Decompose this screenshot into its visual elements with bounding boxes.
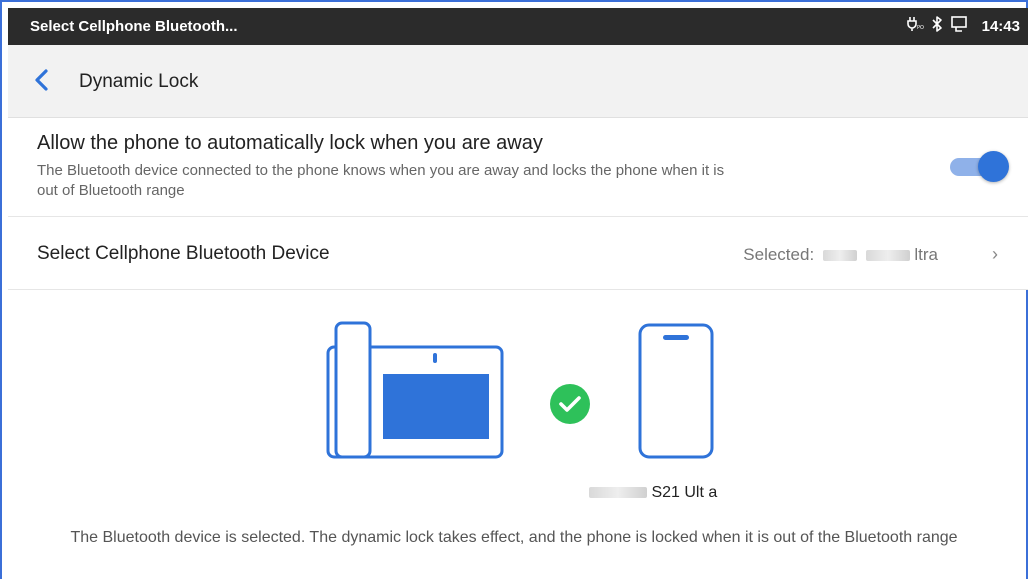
- toggle-thumb: [978, 151, 1009, 182]
- screen-cast-icon: [950, 15, 970, 38]
- chevron-right-icon: ›: [992, 244, 998, 264]
- auto-lock-description: The Bluetooth device connected to the ph…: [37, 162, 725, 199]
- select-device-label: Select Cellphone Bluetooth Device: [37, 243, 330, 264]
- check-circle-icon: [550, 384, 590, 424]
- selected-device-value: Selected: ltra: [743, 245, 938, 265]
- svg-text:POE: POE: [917, 25, 924, 31]
- status-note: The Bluetooth device is selected. The dy…: [70, 529, 958, 546]
- cellphone-icon: [638, 323, 714, 459]
- back-button[interactable]: [30, 67, 54, 93]
- bluetooth-icon: [930, 15, 944, 38]
- usb-power-icon: POE: [906, 15, 927, 38]
- status-time: 14:43: [981, 17, 1020, 35]
- phone-name-text: S21 Ult a: [651, 484, 718, 501]
- redacted-text: [822, 250, 857, 262]
- redacted-text: [589, 487, 647, 499]
- title-bar: Dynamic Lock: [8, 45, 1028, 118]
- auto-lock-toggle[interactable]: [948, 150, 1009, 182]
- phone-name: S21 Ult a: [589, 484, 717, 502]
- chevron-left-icon: [35, 69, 48, 91]
- status-title: Select Cellphone Bluetooth...: [30, 18, 238, 35]
- auto-lock-setting: Allow the phone to automatically lock wh…: [8, 118, 1028, 217]
- selected-device-name: ltra: [914, 245, 938, 264]
- desk-phone-icon: [326, 321, 504, 459]
- status-icons: POE 14:43: [906, 15, 1020, 37]
- redacted-text: [865, 250, 910, 262]
- status-bar: Select Cellphone Bluetooth... POE 14:43: [8, 8, 1028, 45]
- page-title: Dynamic Lock: [79, 71, 199, 92]
- selected-prefix: Selected:: [743, 245, 815, 264]
- auto-lock-title: Allow the phone to automatically lock wh…: [37, 132, 543, 154]
- select-device-row[interactable]: Select Cellphone Bluetooth Device Select…: [8, 217, 1028, 290]
